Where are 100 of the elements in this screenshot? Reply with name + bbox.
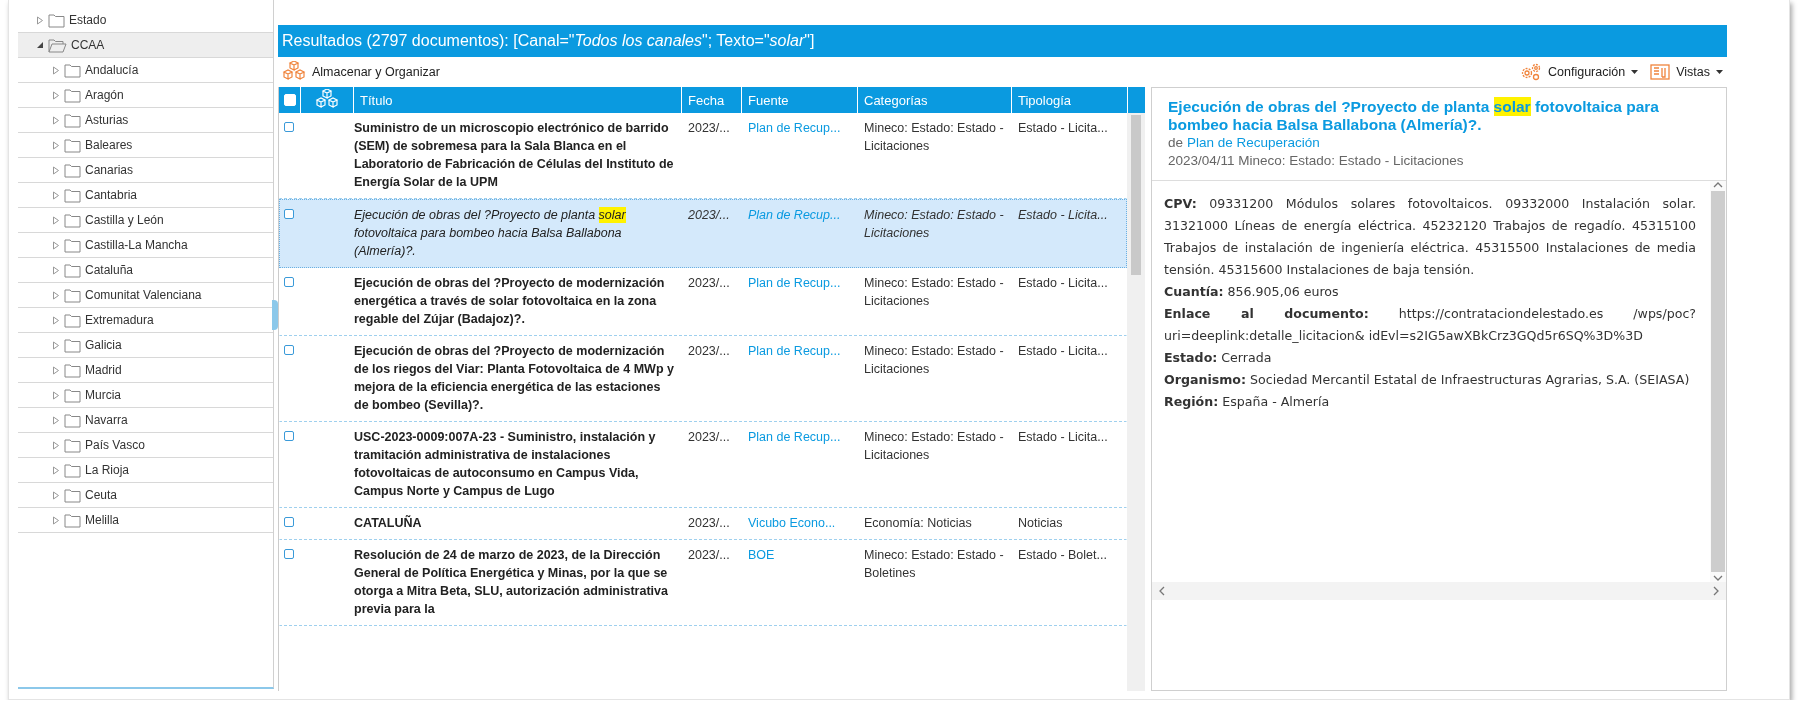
collapsed-arrow-icon[interactable] bbox=[52, 165, 60, 175]
row-checkbox[interactable] bbox=[284, 517, 294, 527]
detail-field: CPV: 09331200 Módulos solares fotovoltaicos. 09332000 Instalación solar. 31321000 Líneas de energía eléctrica. 45232120 Trabajos de regadío. 45315100 Trabajos de instalación de ingeniería eléctrica. 45315500 Instalaciones de media tensión. 45315600 Instalaciones de baja tensión. bbox=[1164, 193, 1696, 281]
row-checkbox[interactable] bbox=[284, 277, 294, 287]
collapsed-arrow-icon[interactable] bbox=[52, 65, 60, 75]
folder-icon bbox=[64, 287, 81, 303]
tree-item[interactable]: Cataluña bbox=[18, 258, 273, 283]
collapsed-arrow-icon[interactable] bbox=[52, 390, 60, 400]
tree-item[interactable]: Murcia bbox=[18, 383, 273, 408]
row-checkbox[interactable] bbox=[284, 431, 294, 441]
folder-icon bbox=[64, 512, 81, 528]
detail-field: Estado: Cerrada bbox=[1164, 347, 1696, 369]
category-cell-text: Mineco: Estado: Estado - Boletines bbox=[863, 547, 1005, 582]
folder-icon bbox=[64, 362, 81, 378]
detail-field: Región: España - Almería bbox=[1164, 391, 1696, 413]
tree-item[interactable]: Andalucía bbox=[18, 58, 273, 83]
category-cell-text: Mineco: Estado: Estado - Licitaciones bbox=[863, 429, 1005, 464]
tree-item[interactable]: Aragón bbox=[18, 83, 273, 108]
row-checkbox[interactable] bbox=[284, 209, 294, 219]
cubes-icon bbox=[315, 89, 339, 111]
collapsed-arrow-icon[interactable] bbox=[52, 215, 60, 225]
tree-item[interactable]: CCAA bbox=[18, 33, 273, 58]
collapsed-arrow-icon[interactable] bbox=[52, 340, 60, 350]
tree-item[interactable]: Castilla-La Mancha bbox=[18, 233, 273, 258]
date-cell-text: 2023/... bbox=[687, 343, 731, 360]
vertical-scrollbar[interactable] bbox=[1127, 113, 1145, 691]
type-cell-text: Estado - Licita... bbox=[1017, 207, 1109, 224]
caret-icon bbox=[1631, 70, 1639, 74]
tree-item[interactable]: Ceuta bbox=[18, 483, 273, 508]
type-cell-text: Estado - Licita... bbox=[1017, 275, 1109, 292]
folder-icon bbox=[64, 87, 81, 103]
tree-item[interactable]: País Vasco bbox=[18, 433, 273, 458]
collapsed-arrow-icon[interactable] bbox=[52, 115, 60, 125]
results-header: Resultados (2797 documentos): [Canal="Todos los canales"; Texto="solar"] bbox=[278, 25, 1727, 57]
tree-item[interactable]: Navarra bbox=[18, 408, 273, 433]
row-checkbox[interactable] bbox=[284, 549, 294, 559]
collapsed-arrow-icon[interactable] bbox=[52, 515, 60, 525]
tree-item[interactable]: Comunitat Valenciana bbox=[18, 283, 273, 308]
collapsed-arrow-icon[interactable] bbox=[52, 490, 60, 500]
folder-icon bbox=[48, 12, 65, 28]
collapsed-arrow-icon[interactable] bbox=[52, 90, 60, 100]
select-all-checkbox[interactable] bbox=[283, 94, 296, 106]
folder-icon bbox=[64, 437, 81, 453]
document-title: Ejecución de obras del ?Proyecto de planta solar fotovoltaica para bombeo hacia Balsa Ballabona (Almería)?. bbox=[1168, 98, 1660, 134]
tree-item[interactable]: La Rioja bbox=[18, 458, 273, 483]
collapsed-arrow-icon[interactable] bbox=[52, 465, 60, 475]
horizontal-scrollbar[interactable] bbox=[1152, 582, 1726, 600]
folder-icon bbox=[64, 487, 81, 503]
title-cell-text: Ejecución de obras del ?Proyecto de modernización energética a través de solar fotovoltaica en la zona regable del Zújar (Badajoz)?. bbox=[354, 275, 666, 328]
collapsed-arrow-icon[interactable] bbox=[52, 290, 60, 300]
collapsed-arrow-icon[interactable] bbox=[52, 440, 60, 450]
expanded-arrow-icon[interactable] bbox=[36, 41, 44, 49]
folder-icon bbox=[64, 262, 81, 278]
collapsed-arrow-icon[interactable] bbox=[52, 415, 60, 425]
collapsed-arrow-icon[interactable] bbox=[52, 315, 60, 325]
collapsed-arrow-icon[interactable] bbox=[52, 140, 60, 150]
category-cell-text: Mineco: Estado: Estado - Licitaciones bbox=[863, 275, 1005, 310]
folder-icon bbox=[64, 62, 81, 78]
store-organize-button[interactable]: Almacenar y Organizar bbox=[278, 59, 444, 85]
tree-item[interactable]: Canarias bbox=[18, 158, 273, 183]
tree-item[interactable]: Asturias bbox=[18, 108, 273, 133]
tree-item[interactable]: Cantabria bbox=[18, 183, 273, 208]
tree-item[interactable]: Baleares bbox=[18, 133, 273, 158]
row-checkbox[interactable] bbox=[284, 345, 294, 355]
collapsed-arrow-icon[interactable] bbox=[52, 190, 60, 200]
title-cell-text: Ejecución de obras del ?Proyecto de modernización de los riegos del Viar: Planta Fotovoltaica de 4 MWp y mejora de la eficiencia energética de las estaciones de bombeo (Sevilla)?. bbox=[354, 343, 675, 414]
configuration-button[interactable]: Configuración bbox=[1516, 61, 1643, 83]
tree-item[interactable]: Castilla y León bbox=[18, 208, 273, 233]
collapsed-arrow-icon[interactable] bbox=[52, 365, 60, 375]
type-cell-text: Noticias bbox=[1017, 515, 1064, 532]
scroll-down-icon[interactable] bbox=[1713, 574, 1723, 582]
date-cell-text: 2023/... bbox=[687, 275, 731, 292]
folder-icon bbox=[64, 137, 81, 153]
tree-item[interactable]: Melilla bbox=[18, 508, 273, 533]
folder-icon bbox=[64, 387, 81, 403]
collapse-handle[interactable] bbox=[272, 300, 278, 330]
folder-icon bbox=[64, 187, 81, 203]
folder-icon bbox=[64, 337, 81, 353]
collapsed-arrow-icon[interactable] bbox=[52, 240, 60, 250]
cubes-icon bbox=[282, 61, 306, 83]
collapsed-arrow-icon[interactable] bbox=[52, 265, 60, 275]
date-cell-text: 2023/... bbox=[687, 429, 731, 446]
collapsed-arrow-icon[interactable] bbox=[36, 15, 44, 25]
views-button[interactable]: Vistas bbox=[1646, 62, 1727, 82]
folder-icon bbox=[64, 412, 81, 428]
tree-item[interactable]: Madrid bbox=[18, 358, 273, 383]
tree-item[interactable]: Galicia bbox=[18, 333, 273, 358]
scroll-left-icon[interactable] bbox=[1158, 586, 1166, 596]
folder-icon bbox=[64, 312, 81, 328]
title-cell-text: CATALUÑA bbox=[354, 514, 423, 532]
type-cell-text: Estado - Bolet... bbox=[1017, 547, 1108, 564]
date-cell-text: 2023/... bbox=[687, 515, 731, 532]
scroll-right-icon[interactable] bbox=[1712, 586, 1720, 596]
scroll-up-icon[interactable] bbox=[1713, 181, 1723, 189]
vertical-scrollbar[interactable] bbox=[1710, 181, 1726, 582]
date-cell-text: 2023/... bbox=[687, 120, 731, 137]
gears-icon bbox=[1520, 63, 1543, 81]
row-checkbox[interactable] bbox=[284, 122, 294, 132]
title-cell-text: Suministro de un microscopio electrónico de barrido (SEM) de sobremesa para la Sala Blanca en el Laboratorio de Fabricación de Células del Instituto de Energía Solar de la UPM bbox=[354, 120, 675, 191]
result-row[interactable]: CATALUÑA 2023/... Vicubo Econo... Economía: Noticias Noticias bbox=[279, 508, 1127, 540]
